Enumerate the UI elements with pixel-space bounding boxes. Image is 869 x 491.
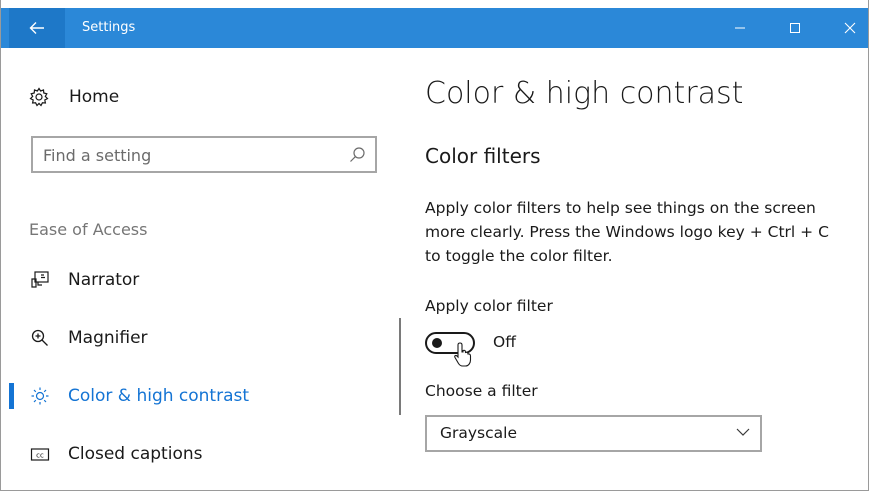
search-box[interactable]: [31, 136, 377, 173]
sidebar-item-narrator[interactable]: Narrator: [9, 258, 394, 302]
sidebar-item-label: Narrator: [68, 270, 140, 290]
sidebar-item-magnifier[interactable]: Magnifier: [9, 316, 394, 360]
select-label: Choose a filter: [425, 382, 538, 400]
sidebar-item-label: Magnifier: [68, 328, 148, 348]
toggle-state-text: Off: [493, 333, 516, 351]
main-content: Color & high contrast Color filters Appl…: [425, 48, 855, 488]
page-title: Color & high contrast: [425, 76, 744, 111]
top-strip: [1, 0, 868, 8]
close-icon: [844, 22, 856, 34]
toggle-knob: [432, 338, 442, 348]
magnifier-icon: [29, 327, 51, 349]
close-button[interactable]: [827, 8, 868, 48]
back-arrow-icon: [29, 22, 44, 34]
mouse-pointer-icon: [454, 342, 472, 367]
closed-captions-icon: cc: [29, 443, 51, 465]
toggle-label: Apply color filter: [425, 297, 553, 315]
home-label: Home: [69, 87, 120, 107]
minimize-button[interactable]: [717, 8, 763, 48]
maximize-icon: [790, 23, 800, 33]
title-bar: Settings: [1, 8, 868, 48]
maximize-button[interactable]: [772, 8, 818, 48]
chevron-down-icon: [736, 428, 750, 436]
sidebar-scrollbar[interactable]: [399, 318, 401, 415]
search-input[interactable]: [43, 144, 333, 166]
search-icon[interactable]: [349, 146, 366, 163]
minimize-icon: [735, 27, 745, 29]
back-button[interactable]: [9, 8, 65, 48]
sidebar-item-label: Closed captions: [68, 444, 203, 464]
description-text: Apply color filters to help see things o…: [425, 199, 829, 265]
brightness-icon: [29, 385, 51, 407]
narrator-icon: [29, 269, 51, 291]
filter-dropdown[interactable]: Grayscale: [425, 415, 762, 452]
window-title: Settings: [82, 20, 136, 35]
sidebar-item-color-high-contrast[interactable]: Color & high contrast: [9, 374, 394, 418]
gear-icon: [29, 87, 49, 107]
sidebar-item-closed-captions[interactable]: cc Closed captions: [9, 432, 394, 476]
filter-dropdown-value: Grayscale: [440, 424, 517, 442]
section-heading: Color filters: [425, 144, 541, 168]
sidebar-item-label: Color & high contrast: [68, 386, 250, 406]
settings-window: Settings Home Find a setting Ease of Acc…: [0, 0, 869, 491]
sidebar: Home Ease of Access: [9, 48, 401, 490]
selection-indicator: [9, 383, 14, 409]
section-label: Ease of Access: [29, 220, 148, 239]
home-link[interactable]: Home: [29, 84, 119, 110]
svg-text:cc: cc: [36, 452, 44, 460]
